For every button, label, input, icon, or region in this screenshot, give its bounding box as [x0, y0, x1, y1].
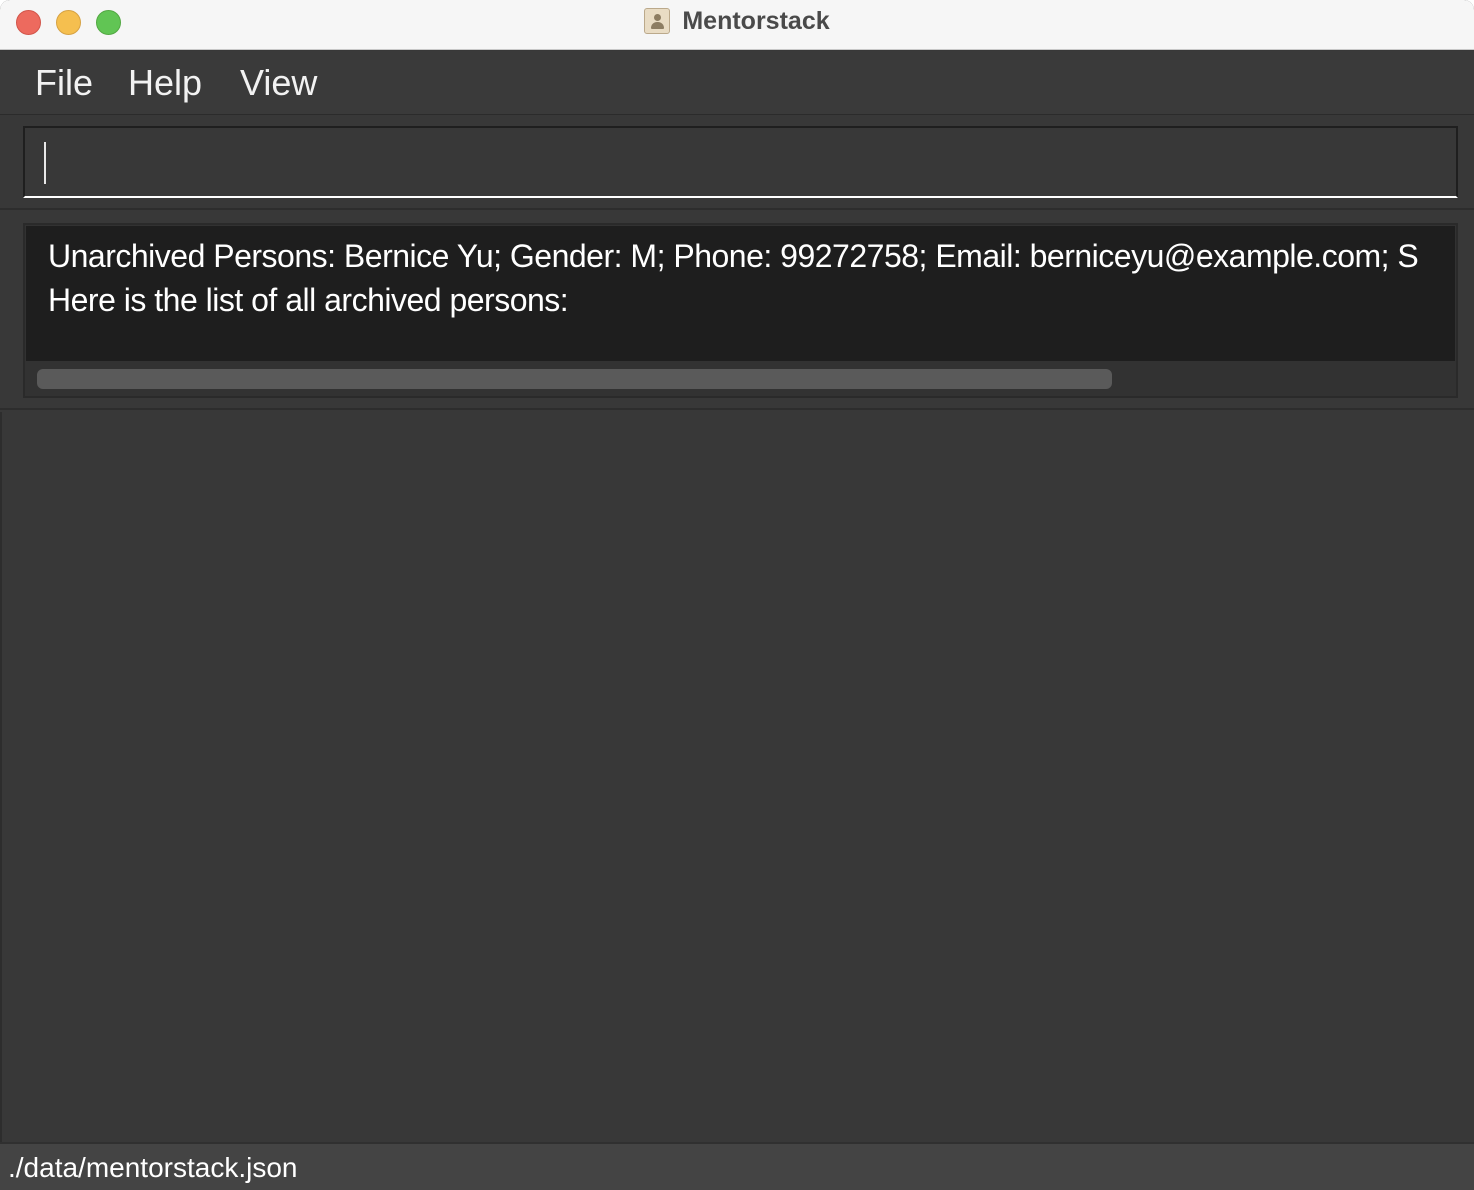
- menu-bar: File Help View: [0, 51, 1474, 115]
- horizontal-scrollbar[interactable]: [26, 362, 1455, 396]
- result-display-section: Unarchived Persons: Bernice Yu; Gender: …: [0, 212, 1474, 410]
- result-text-area[interactable]: Unarchived Persons: Bernice Yu; Gender: …: [26, 226, 1455, 361]
- menu-view[interactable]: View: [240, 61, 317, 105]
- window-title: Mentorstack: [682, 6, 830, 35]
- person-list-panel: [0, 412, 1474, 1142]
- result-line-2: Here is the list of all archived persons…: [48, 282, 569, 318]
- result-display[interactable]: Unarchived Persons: Bernice Yu; Gender: …: [23, 223, 1458, 398]
- command-box-section: [0, 116, 1474, 210]
- app-window: Mentorstack File Help View Unarchived Pe…: [0, 0, 1474, 1190]
- status-bar: ./data/mentorstack.json: [0, 1142, 1474, 1190]
- text-caret: [44, 142, 46, 184]
- result-line-1: Unarchived Persons: Bernice Yu; Gender: …: [48, 238, 1419, 274]
- status-file-path: ./data/mentorstack.json: [8, 1152, 298, 1183]
- contacts-book-icon: [644, 8, 671, 34]
- window-title-group: Mentorstack: [0, 0, 1474, 42]
- title-bar: Mentorstack: [0, 0, 1474, 50]
- menu-file[interactable]: File: [35, 61, 93, 105]
- command-input[interactable]: [25, 128, 1456, 196]
- menu-help[interactable]: Help: [128, 61, 202, 105]
- horizontal-scrollbar-thumb[interactable]: [37, 369, 1112, 389]
- command-box[interactable]: [23, 126, 1458, 198]
